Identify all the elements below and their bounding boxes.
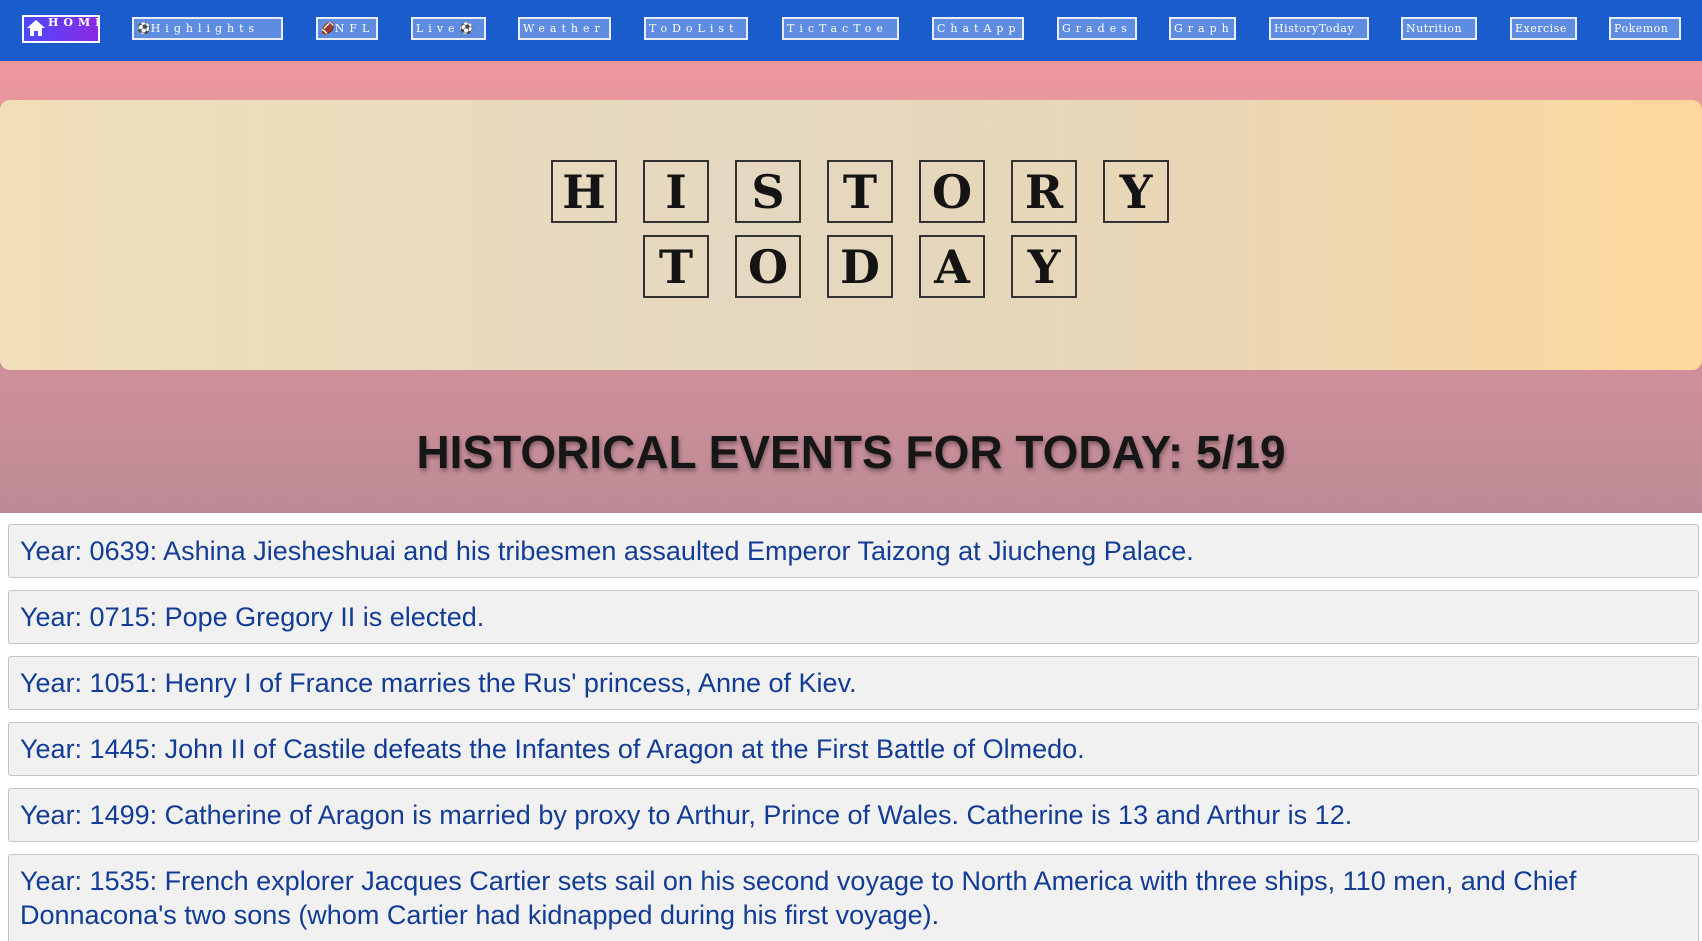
letter-tile: T	[643, 235, 709, 298]
nav-live-label: Live	[416, 22, 460, 35]
nav-nutrition-button[interactable]: Nutrition	[1401, 17, 1477, 40]
nav-tictactoe-button[interactable]: TicTacToe	[782, 17, 899, 40]
nav-todolist-button[interactable]: ToDoList	[644, 17, 748, 40]
list-item: Year: 0715: Pope Gregory II is elected.	[8, 590, 1699, 644]
hero-banner: H I S T O R Y T O D A Y	[0, 100, 1702, 370]
letter-tile: T	[827, 160, 893, 223]
nav-nfl-button[interactable]: 🏈NFL	[316, 17, 378, 40]
list-item: Year: 1499: Catherine of Aragon is marri…	[8, 788, 1699, 842]
list-item: Year: 1445: John II of Castile defeats t…	[8, 722, 1699, 776]
hero-title-row-history: H I S T O R Y	[551, 160, 1169, 223]
letter-tile: O	[735, 235, 801, 298]
list-item: Year: 0639: Ashina Jiesheshuai and his t…	[8, 524, 1699, 578]
letter-tile: R	[1011, 160, 1077, 223]
home-icon	[27, 20, 45, 39]
hero-title-row-today: T O D A Y	[643, 235, 1077, 298]
letter-tile: Y	[1011, 235, 1077, 298]
nav-highlights-button[interactable]: ⚽Highlights	[132, 17, 283, 40]
page-title: HISTORICAL EVENTS FOR TODAY: 5/19	[416, 426, 1286, 478]
football-icon: 🏈	[321, 22, 335, 35]
letter-tile: I	[643, 160, 709, 223]
nav-pokemon-button[interactable]: Pokemon	[1609, 17, 1681, 40]
nav-grades-button[interactable]: Grades	[1057, 17, 1137, 40]
top-nav-bar: HOME ⚽Highlights 🏈NFL Live⚽ Weather ToDo…	[0, 0, 1702, 61]
list-item: Year: 1535: French explorer Jacques Cart…	[8, 854, 1699, 941]
nav-live-button[interactable]: Live⚽	[411, 17, 486, 40]
nav-highlights-label: Highlights	[150, 22, 260, 35]
nav-nfl-label: NFL	[334, 22, 375, 35]
letter-tile: Y	[1103, 160, 1169, 223]
letter-tile: O	[919, 160, 985, 223]
letter-tile: A	[919, 235, 985, 298]
nav-exercise-button[interactable]: Exercise	[1510, 17, 1577, 40]
nav-historytoday-button[interactable]: HistoryToday	[1269, 17, 1369, 40]
nav-graph-button[interactable]: Graph	[1169, 17, 1236, 40]
letter-tile: H	[551, 160, 617, 223]
nav-home-button[interactable]: HOME	[22, 15, 100, 43]
letter-tile: D	[827, 235, 893, 298]
events-list: Year: 0639: Ashina Jiesheshuai and his t…	[0, 513, 1702, 941]
list-item: Year: 1051: Henry I of France marries th…	[8, 656, 1699, 710]
nav-chatapp-button[interactable]: ChatApp	[932, 17, 1024, 40]
nav-home-label: HOME	[48, 16, 98, 29]
soccer-ball-icon: ⚽	[459, 22, 474, 35]
soccer-ball-icon: ⚽	[137, 22, 151, 35]
nav-weather-button[interactable]: Weather	[518, 17, 611, 40]
letter-tile: S	[735, 160, 801, 223]
